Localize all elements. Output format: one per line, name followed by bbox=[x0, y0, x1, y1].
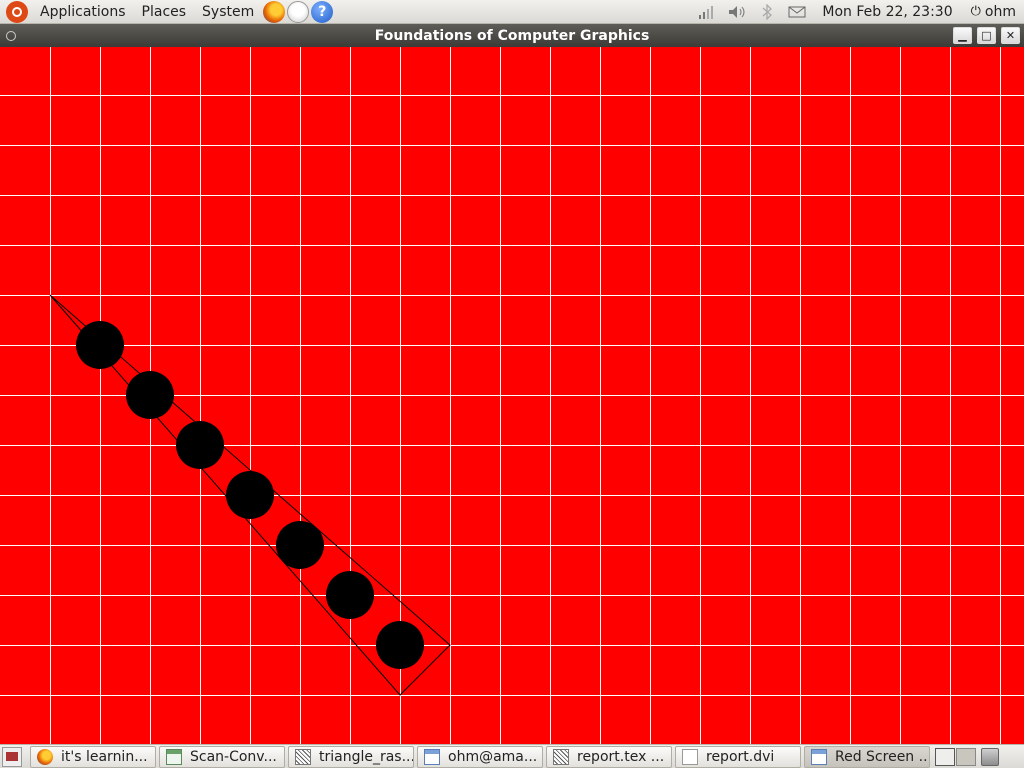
mail-icon[interactable] bbox=[287, 0, 310, 23]
task-button[interactable]: it's learnin... bbox=[30, 745, 156, 768]
task-button[interactable]: triangle_ras... bbox=[288, 745, 414, 768]
bottom-panel: it's learnin... Scan-Conv... triangle_ra… bbox=[0, 744, 1024, 768]
workspace-1[interactable] bbox=[935, 747, 955, 766]
minimize-button[interactable]: ▁ bbox=[953, 27, 972, 44]
task-button[interactable]: report.tex ... bbox=[546, 745, 672, 768]
text-editor-icon bbox=[295, 748, 311, 765]
window-titlebar[interactable]: Foundations of Computer Graphics ▁ □ ✕ bbox=[0, 24, 1024, 47]
task-label: triangle_ras... bbox=[319, 748, 414, 765]
terminal-window-icon bbox=[424, 748, 440, 765]
firefox-icon bbox=[37, 748, 53, 765]
render-canvas[interactable] bbox=[0, 47, 1024, 744]
pixel-dot bbox=[376, 621, 424, 669]
pixel-dot bbox=[326, 571, 374, 619]
top-panel: Applications Places System ? Mon Feb 22,… bbox=[0, 0, 1024, 24]
app-window: Foundations of Computer Graphics ▁ □ ✕ bbox=[0, 24, 1024, 744]
volume-icon[interactable] bbox=[725, 3, 749, 21]
task-label: it's learnin... bbox=[61, 748, 148, 765]
pixel-dot bbox=[226, 471, 274, 519]
task-label: Scan-Conv... bbox=[190, 748, 277, 765]
power-icon: ⏻ bbox=[970, 4, 981, 19]
network-icon[interactable] bbox=[695, 3, 719, 21]
window-icon bbox=[811, 748, 827, 765]
image-viewer-icon bbox=[166, 748, 182, 765]
document-icon bbox=[682, 748, 698, 765]
task-button[interactable]: Scan-Conv... bbox=[159, 745, 285, 768]
task-button-active[interactable]: Red Screen ... bbox=[804, 745, 930, 768]
window-controls: ▁ □ ✕ bbox=[953, 27, 1020, 44]
task-button[interactable]: report.dvi bbox=[675, 745, 801, 768]
task-label: report.dvi bbox=[706, 748, 775, 765]
menu-places[interactable]: Places bbox=[134, 1, 195, 23]
window-title: Foundations of Computer Graphics bbox=[374, 27, 650, 44]
task-button[interactable]: ohm@ama... bbox=[417, 745, 543, 768]
bluetooth-icon[interactable] bbox=[755, 3, 779, 21]
pixel-dot bbox=[76, 321, 124, 369]
panel-indicators: Mon Feb 22, 23:30 ⏻ ohm bbox=[692, 0, 1024, 24]
task-label: ohm@ama... bbox=[448, 748, 538, 765]
workspace-2[interactable] bbox=[956, 747, 976, 766]
clock[interactable]: Mon Feb 22, 23:30 bbox=[812, 4, 962, 20]
close-button[interactable]: ✕ bbox=[1001, 27, 1020, 44]
user-name: ohm bbox=[984, 3, 1016, 20]
pixel-dot bbox=[276, 521, 324, 569]
trash-icon[interactable] bbox=[981, 747, 999, 766]
pixel-dot bbox=[126, 371, 174, 419]
help-icon[interactable]: ? bbox=[311, 0, 334, 23]
pixel-dot bbox=[176, 421, 224, 469]
mail-envelope-icon[interactable] bbox=[785, 3, 809, 21]
task-label: Red Screen ... bbox=[835, 748, 930, 765]
text-editor-icon bbox=[553, 748, 569, 765]
firefox-icon[interactable] bbox=[263, 0, 286, 23]
show-desktop-icon[interactable] bbox=[2, 746, 22, 767]
rasterization-scene bbox=[0, 47, 1024, 744]
workspace-switcher bbox=[935, 747, 977, 766]
user-menu[interactable]: ⏻ ohm bbox=[963, 4, 1024, 20]
menu-system[interactable]: System bbox=[194, 1, 262, 23]
maximize-button[interactable]: □ bbox=[977, 27, 996, 44]
ubuntu-logo-icon[interactable] bbox=[6, 0, 28, 23]
menu-applications[interactable]: Applications bbox=[32, 1, 134, 23]
task-label: report.tex ... bbox=[577, 748, 665, 765]
